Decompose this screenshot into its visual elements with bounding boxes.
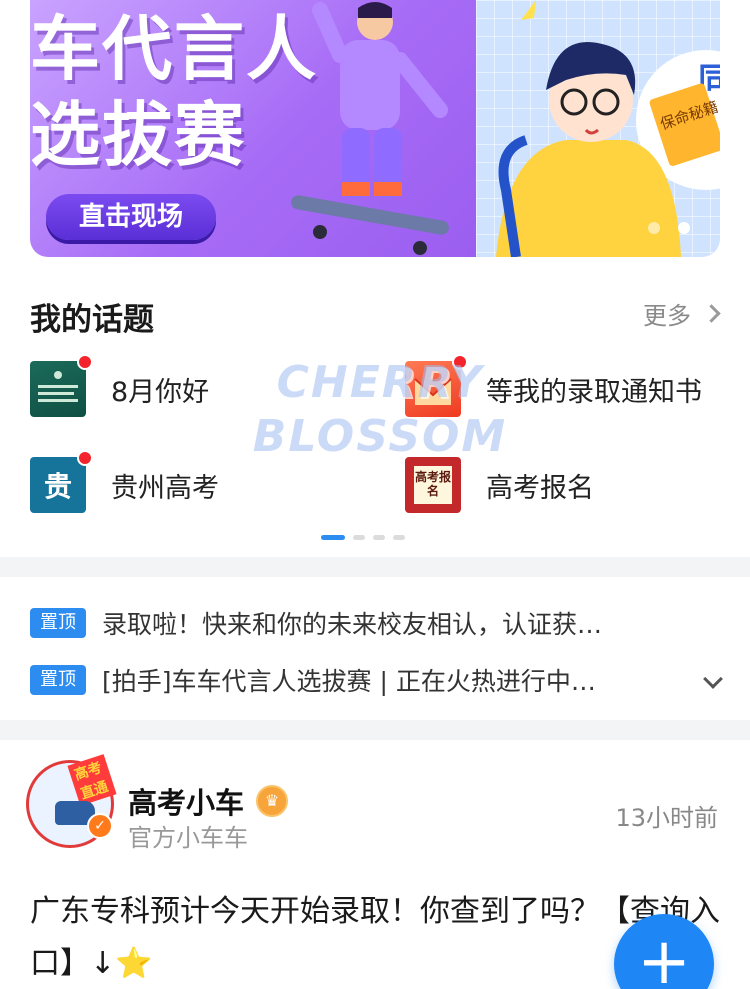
post-author[interactable]: 高考小车 ♛ <box>128 780 289 822</box>
banner-carousel[interactable]: 车代言人 选拔赛 直击现场 同 保命秘籍 <box>30 0 720 257</box>
exam-signup-icon: 高考报名 <box>405 457 461 513</box>
pinned-text: [拍手]车车代言人选拔赛 | 正在火热进行中… <box>102 667 596 696</box>
crown-badge-icon: ♛ <box>256 785 289 817</box>
chevron-right-icon <box>702 304 721 323</box>
topic-item-guizhou[interactable]: 贵 贵州高考 <box>30 450 219 513</box>
pager-dot-active <box>321 535 345 540</box>
topics-more-link[interactable]: 更多 <box>643 296 721 331</box>
more-label: 更多 <box>643 302 691 330</box>
pager-dot <box>393 535 405 540</box>
skater-illustration <box>291 2 449 255</box>
star-icon: ⭐ <box>115 946 153 981</box>
banner-headline-2: 选拔赛 <box>30 94 246 176</box>
banner-dot-active <box>678 222 690 234</box>
author-subtitle: 官方小车车 <box>128 824 248 852</box>
post-time: 13小时前 <box>615 804 718 832</box>
section-divider <box>0 720 750 740</box>
section-divider <box>0 557 750 577</box>
topic-label: 高考报名 <box>486 472 594 504</box>
pager-dot <box>373 535 385 540</box>
verified-icon: ✓ <box>87 813 113 839</box>
avatar[interactable]: 高考直通 ✓ <box>26 754 117 848</box>
author-name: 高考小车 <box>128 786 245 820</box>
admission-letter-icon <box>405 354 468 417</box>
topic-label: 8月你好 <box>111 376 210 408</box>
topic-label: 贵州高考 <box>111 472 219 504</box>
unread-dot <box>77 354 93 370</box>
pinned-tag: 置顶 <box>30 665 86 695</box>
unread-dot <box>452 354 468 370</box>
topic-item-exam-signup[interactable]: 高考报名 高考报名 <box>405 457 594 513</box>
topics-section-title: 我的话题 <box>30 302 154 338</box>
pager-dot <box>353 535 365 540</box>
banner-headline-1: 车代言人 <box>30 8 318 90</box>
unread-dot <box>77 450 93 466</box>
topic-item-admission-letter[interactable]: 等我的录取通知书 <box>405 354 702 417</box>
student-illustration: 同 保命秘籍 <box>496 0 720 257</box>
avatar-badge-text: 高考直通 <box>67 754 117 806</box>
topic-label: 等我的录取通知书 <box>486 376 702 408</box>
guizhou-icon: 贵 <box>30 450 93 513</box>
banner-cta-button[interactable]: 直击现场 <box>46 194 216 240</box>
pinned-post-1[interactable]: 置顶 录取啦！快来和你的未来校友相认，认证获… <box>30 605 602 641</box>
watermark-line-2: BLOSSOM <box>252 411 508 462</box>
topic-item-august[interactable]: 8月你好 <box>30 354 210 417</box>
topics-pager <box>321 535 405 540</box>
chevron-down-icon[interactable] <box>703 669 723 689</box>
guizhou-glyph: 贵 <box>43 470 72 503</box>
pinned-text: 录取啦！快来和你的未来校友相认，认证获… <box>102 610 603 639</box>
banner-indicator <box>648 222 690 234</box>
pinned-tag: 置顶 <box>30 608 86 638</box>
banner-dot <box>648 222 660 234</box>
pinned-post-2[interactable]: 置顶 [拍手]车车代言人选拔赛 | 正在火热进行中… <box>30 662 596 698</box>
august-topic-icon <box>30 354 93 417</box>
banner-slide-contest[interactable]: 车代言人 选拔赛 直击现场 <box>30 0 476 257</box>
banner-slide-guide[interactable]: 同 保命秘籍 <box>476 0 720 257</box>
exam-signup-glyph: 高考报名 <box>414 466 452 504</box>
